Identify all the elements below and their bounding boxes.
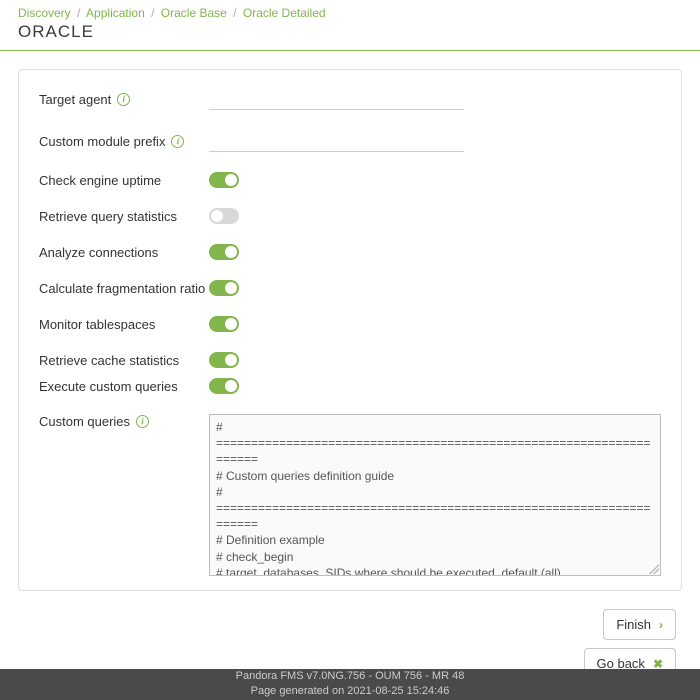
crumb-oracle-detailed: Oracle Detailed: [243, 6, 326, 20]
toggle-cache-stats[interactable]: [209, 352, 239, 368]
info-icon[interactable]: i: [136, 415, 149, 428]
crumb-oracle-base[interactable]: Oracle Base: [161, 6, 227, 20]
crumb-discovery[interactable]: Discovery: [18, 6, 71, 20]
row-target-agent: Target agent i: [39, 88, 661, 110]
config-panel: Target agent i Custom module prefix i Ch…: [18, 69, 682, 591]
row-custom-queries: Custom queries i: [39, 414, 661, 576]
toggle-tablespaces[interactable]: [209, 316, 239, 332]
toggle-query-stats[interactable]: [209, 208, 239, 224]
finish-button[interactable]: Finish ›: [603, 609, 676, 640]
label-exec-custom: Execute custom queries: [39, 379, 178, 394]
toggle-fragmentation[interactable]: [209, 280, 239, 296]
breadcrumb: Discovery / Application / Oracle Base / …: [0, 0, 700, 20]
crumb-application[interactable]: Application: [86, 6, 145, 20]
info-icon[interactable]: i: [117, 93, 130, 106]
footer: Pandora FMS v7.0NG.756 - OUM 756 - MR 48…: [0, 669, 700, 700]
footer-timestamp: Page generated on 2021-08-25 15:24:46: [0, 684, 700, 698]
custom-queries-box: [209, 414, 661, 576]
toggle-analyze-conn[interactable]: [209, 244, 239, 260]
page-title: ORACLE: [0, 20, 700, 51]
row-analyze-conn: Analyze connections: [39, 244, 661, 260]
target-agent-input[interactable]: [209, 88, 464, 110]
row-exec-custom: Execute custom queries: [39, 378, 661, 394]
label-uptime: Check engine uptime: [39, 173, 161, 188]
toggle-exec-custom[interactable]: [209, 378, 239, 394]
row-tablespaces: Monitor tablespaces: [39, 316, 661, 332]
toggle-uptime[interactable]: [209, 172, 239, 188]
finish-label: Finish: [616, 617, 651, 632]
label-query-stats: Retrieve query statistics: [39, 209, 177, 224]
row-uptime: Check engine uptime: [39, 172, 661, 188]
row-cache-stats: Retrieve cache statistics: [39, 352, 661, 368]
label-prefix: Custom module prefix: [39, 134, 165, 149]
label-target-agent: Target agent: [39, 92, 111, 107]
label-tablespaces: Monitor tablespaces: [39, 317, 155, 332]
label-analyze-conn: Analyze connections: [39, 245, 158, 260]
prefix-input[interactable]: [209, 130, 464, 152]
label-cache-stats: Retrieve cache statistics: [39, 353, 179, 368]
row-fragmentation: Calculate fragmentation ratio: [39, 280, 661, 296]
footer-version: Pandora FMS v7.0NG.756 - OUM 756 - MR 48: [0, 669, 700, 683]
row-prefix: Custom module prefix i: [39, 130, 661, 152]
label-custom-queries: Custom queries: [39, 414, 130, 429]
info-icon[interactable]: i: [171, 135, 184, 148]
custom-queries-textarea[interactable]: [210, 415, 660, 575]
row-query-stats: Retrieve query statistics: [39, 208, 661, 224]
close-icon: ✖: [653, 657, 663, 671]
chevron-right-icon: ›: [659, 618, 663, 632]
label-fragmentation: Calculate fragmentation ratio: [39, 281, 205, 296]
resize-handle-icon[interactable]: [649, 564, 659, 574]
